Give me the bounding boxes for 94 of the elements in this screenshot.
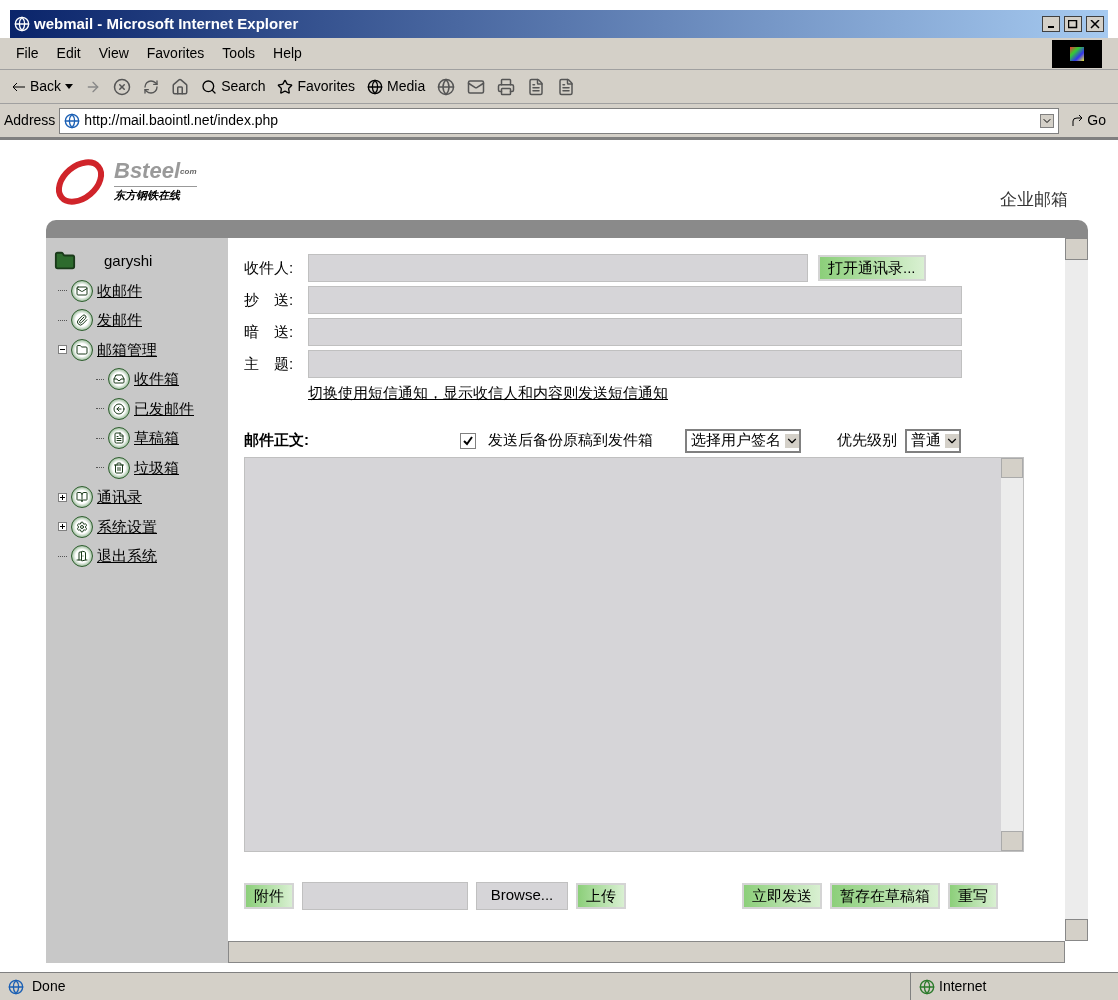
window-title: webmail - Microsoft Internet Explorer	[34, 13, 299, 34]
collapse-icon[interactable]	[58, 345, 67, 355]
scrollbar[interactable]	[1065, 238, 1088, 941]
browser-icon	[14, 16, 30, 32]
star-icon	[277, 78, 294, 95]
message-body-field[interactable]	[244, 456, 1024, 852]
dropdown-icon	[785, 433, 799, 448]
menu-item[interactable]: Help	[273, 43, 302, 64]
back-arrow-icon	[12, 81, 26, 92]
expand-icon[interactable]	[58, 492, 67, 502]
tree-node-icon	[71, 338, 93, 361]
text-field[interactable]	[308, 318, 962, 346]
tree-link[interactable]: 通讯录	[97, 486, 142, 509]
browse-button[interactable]: Browse...	[476, 881, 568, 910]
maximize-icon	[1068, 19, 1078, 29]
media-button[interactable]: Media	[367, 76, 426, 97]
stop-icon	[113, 77, 132, 96]
backup-checkbox[interactable]	[460, 432, 476, 449]
close-button[interactable]	[1086, 16, 1104, 32]
upload-button[interactable]: 上传	[576, 882, 626, 909]
search-button[interactable]: Search	[201, 76, 266, 97]
mail-icon	[467, 77, 486, 96]
back-button[interactable]: Back	[12, 76, 74, 97]
tree-node-icon	[71, 309, 93, 332]
tree-link[interactable]: 退出系统	[97, 545, 157, 568]
body-label: 邮件正文:	[244, 430, 310, 451]
dropdown-icon[interactable]	[1040, 113, 1055, 128]
tree-link[interactable]: 发邮件	[97, 309, 142, 332]
field-label: 抄 送:	[244, 289, 295, 310]
backup-label: 发送后备份原稿到发件箱	[488, 430, 653, 451]
tree-node-icon	[108, 368, 130, 391]
favorites-button[interactable]: Favorites	[277, 76, 356, 97]
scrollbar[interactable]	[1001, 457, 1023, 851]
text-field[interactable]	[308, 350, 962, 378]
field-label: 主 题:	[244, 353, 295, 374]
maximize-button[interactable]	[1064, 16, 1082, 32]
tree-node-icon	[108, 456, 130, 479]
zone-text: Internet	[939, 977, 987, 996]
file-field[interactable]	[302, 881, 468, 910]
tree-node-icon	[108, 427, 130, 450]
throbber-icon	[1052, 39, 1102, 68]
priority-label: 优先级别	[837, 430, 897, 451]
dropdown-icon	[65, 84, 74, 89]
text-field[interactable]	[308, 254, 808, 282]
menu-item[interactable]: Edit	[56, 43, 81, 64]
field-label: 收件人:	[244, 257, 295, 278]
tree-link[interactable]: 已发邮件	[134, 397, 194, 420]
globe-icon	[367, 78, 384, 95]
go-arrow-icon	[1071, 114, 1084, 127]
user-name: garyshi	[104, 251, 153, 271]
scrollbar[interactable]	[228, 941, 1065, 963]
header-title: 企业邮箱	[1000, 188, 1068, 211]
field-label: 暗 送:	[244, 321, 295, 342]
tree-node-icon	[108, 397, 130, 420]
tree-node-icon	[71, 486, 93, 509]
brand-logo: Bsteel$^{com}$ 东方钢铁在线	[50, 152, 197, 212]
menu-item[interactable]: View	[98, 43, 129, 64]
attachment-label[interactable]: 附件	[244, 882, 294, 909]
sms-link[interactable]: 切换使用短信通知，显示收信人和内容则发送短信通知	[308, 382, 1053, 405]
tree-node-icon	[71, 515, 93, 538]
tree-link[interactable]: 收件箱	[134, 368, 179, 391]
address-field[interactable]: http://mail.baointl.net/index.php	[59, 107, 1060, 134]
tree-link[interactable]: 收邮件	[97, 279, 142, 302]
action-button[interactable]: 立即发送	[742, 882, 822, 909]
tree-node-icon	[71, 545, 93, 568]
dropdown-icon	[945, 433, 959, 448]
expand-icon[interactable]	[58, 522, 67, 532]
tree-link[interactable]: 垃圾箱	[134, 456, 179, 479]
address-book-button[interactable]: 打开通讯录...	[818, 255, 926, 281]
page-icon	[8, 978, 24, 995]
text-field[interactable]	[308, 286, 962, 314]
action-button[interactable]: 重写	[948, 882, 998, 909]
minimize-icon	[1048, 26, 1054, 28]
globe-icon	[919, 978, 935, 995]
home-icon	[171, 77, 190, 96]
tree-link[interactable]: 草稿箱	[134, 427, 179, 450]
priority-select[interactable]: 普通	[905, 428, 961, 453]
close-icon	[1090, 19, 1100, 29]
signature-select[interactable]: 选择用户签名	[685, 428, 801, 453]
menu-item[interactable]: Tools	[222, 43, 256, 64]
tree-link[interactable]: 系统设置	[97, 515, 157, 538]
tree-link[interactable]: 邮箱管理	[97, 338, 157, 361]
go-button[interactable]: Go	[1063, 110, 1114, 131]
print-icon	[497, 77, 516, 96]
menu-item[interactable]: Favorites	[146, 43, 205, 64]
search-icon	[201, 78, 218, 95]
address-label: Address	[4, 111, 56, 130]
page-icon	[64, 112, 81, 129]
action-button[interactable]: 暂存在草稿箱	[830, 882, 940, 909]
minimize-button[interactable]	[1042, 16, 1060, 32]
status-text: Done	[32, 977, 67, 996]
menu-item[interactable]: File	[16, 43, 39, 64]
tree-node-icon	[71, 279, 93, 302]
refresh-icon	[143, 78, 160, 95]
